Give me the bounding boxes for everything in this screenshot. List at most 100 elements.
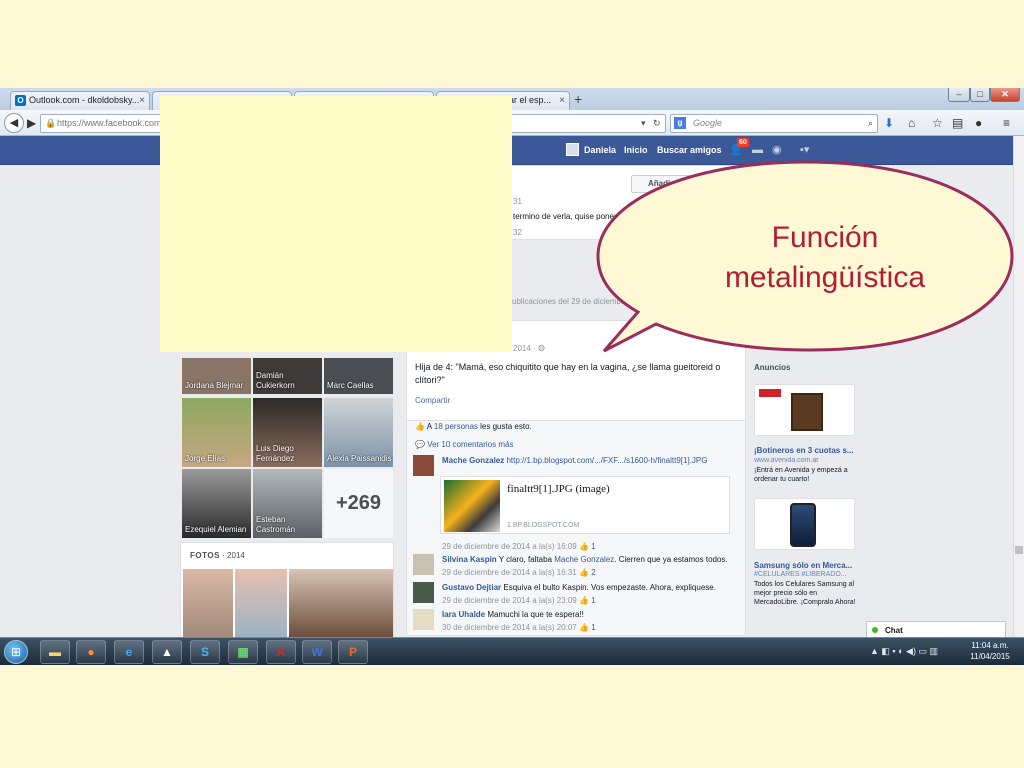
friend-photo[interactable]: Luis Diego Fernández [253, 398, 322, 467]
media-icon[interactable]: ▦ [228, 640, 258, 664]
comment-text-end: . Cierren que ya estamos todos. [614, 555, 728, 564]
friend-photo[interactable]: Alexia Paissanidis [324, 398, 393, 467]
bookmarks-icon[interactable]: ▤ [952, 115, 963, 131]
comment-like-count: 1 [591, 596, 596, 605]
photo-thumbnail[interactable] [235, 569, 287, 639]
google-icon: g [674, 117, 686, 129]
notification-badge: 60 [737, 138, 749, 147]
download-icon[interactable]: ⬇ [884, 115, 894, 131]
tray-icons[interactable]: ▲ ◧ ▪ ◐ ◀) ▭ ▥ [870, 646, 938, 657]
likes-count-link[interactable]: 18 personas [434, 422, 478, 431]
url-text: https://www.facebook.com/s [57, 118, 169, 128]
new-tab-button[interactable]: + [574, 91, 582, 107]
link-preview[interactable]: finaltt9[1].JPG (image) 1.BP.BLOGSPOT.CO… [440, 476, 730, 534]
friend-name: Esteban Castromán [256, 515, 296, 534]
ad-url[interactable]: www.avenida.com.ar [754, 457, 864, 464]
search-icon[interactable]: ⌕ [868, 115, 873, 132]
view-comments[interactable]: 💬 Ver 10 comentarios más [415, 440, 513, 449]
close-tab-icon[interactable]: × [139, 92, 145, 109]
clock[interactable]: 11:04 a.m. 11/04/2015 [964, 640, 1016, 662]
ad-image[interactable] [754, 384, 855, 436]
ad-text: Todos los Celulares Samsung al mejor pre… [754, 581, 856, 606]
bookmark-star-icon[interactable]: ☆ [932, 115, 943, 131]
privacy-icon[interactable]: ▪▾ [800, 143, 809, 157]
comment-author[interactable]: Mache Gonzalez [442, 456, 504, 465]
app-icon[interactable]: ▲ [152, 640, 182, 664]
likes-summary: 👍 A 18 personas les gusta esto. [415, 422, 532, 431]
comments-section: 👍 A 18 personas les gusta esto. 💬 Ver 10… [406, 421, 746, 636]
friend-photo[interactable]: Esteban Castromán [253, 469, 322, 538]
photo-thumbnail[interactable] [289, 569, 393, 639]
comment-author[interactable]: Iara Uhalde [442, 610, 485, 619]
friend-photo[interactable]: Marc Caellas [324, 358, 393, 394]
friend-name: Jorge Elías [185, 454, 226, 463]
acrobat-icon[interactable]: A [266, 640, 296, 664]
friend-photo[interactable]: Jorge Elías [182, 398, 251, 467]
skype-icon[interactable]: S [190, 640, 220, 664]
comment-author[interactable]: Gustavo Dejtiar [442, 583, 501, 592]
ad-title[interactable]: Samsung sólo en Merca... [754, 561, 864, 570]
ad-text: ¡Entrá en Avenida y empezá a ordenar tu … [754, 467, 848, 483]
firefox-icon[interactable]: ● [76, 640, 106, 664]
scrollbar-thumb[interactable] [1015, 546, 1023, 554]
dropdown-icon[interactable]: ▾ [641, 115, 646, 132]
forward-icon[interactable]: ▶ [27, 115, 36, 131]
likes-suffix: les gusta esto. [480, 422, 532, 431]
clock-time: 11:04 a.m. [971, 641, 1009, 650]
chat-bubble-icon[interactable]: ● [975, 115, 982, 131]
ad-url[interactable]: #CELULARES #LIBERADO... [754, 571, 864, 578]
friend-photo[interactable]: Jordana Blejmar [182, 358, 251, 394]
home-icon[interactable]: ⌂ [908, 115, 915, 131]
ad-title[interactable]: ¡Botineros en 3 cuotas s... [754, 446, 864, 455]
friend-photo[interactable]: Ezequiel Alemian [182, 469, 251, 538]
notifications-globe-icon[interactable]: ◉ [772, 143, 782, 157]
ads-header: Anuncios [754, 363, 791, 372]
tab-label: lar el esp... [507, 95, 552, 105]
back-icon[interactable]: ◀ [4, 113, 24, 133]
maximize-button[interactable]: □ [970, 88, 990, 102]
link-preview-title: finaltt9[1].JPG (image) [507, 483, 610, 495]
folder-icon[interactable]: ▬ [40, 640, 70, 664]
avatar[interactable] [413, 554, 434, 575]
thumbs-up-icon[interactable]: 👍 [579, 623, 589, 632]
photo-thumbnail[interactable] [183, 569, 233, 639]
avatar[interactable] [566, 143, 579, 156]
comment-link[interactable]: http://1.bp.blogspot.com/.../FXF.../s160… [506, 456, 707, 465]
ie-icon[interactable]: e [114, 640, 144, 664]
link-preview-domain: 1.BP.BLOGSPOT.COM [507, 522, 580, 529]
menu-icon[interactable]: ≡ [1003, 115, 1010, 131]
more-friends-count[interactable]: +269 [324, 469, 393, 538]
minimize-button[interactable]: – [948, 88, 970, 102]
close-window-button[interactable]: ✕ [990, 88, 1020, 102]
friend-photo[interactable]: Damián Cukierkorn [253, 358, 322, 394]
ad-image[interactable] [754, 498, 855, 550]
reload-icon[interactable]: ↻ [653, 115, 661, 132]
messages-icon[interactable]: ▬ [752, 143, 763, 157]
comment-text: Esquiva el bulto Kaspin. Vos empezaste. … [503, 583, 716, 592]
thumbs-up-icon[interactable]: 👍 [579, 542, 589, 551]
comment-author[interactable]: Silvina Kaspin [442, 555, 497, 564]
thumbs-up-icon[interactable]: 👍 [579, 568, 589, 577]
close-tab-icon[interactable]: × [559, 92, 565, 109]
powerpoint-icon[interactable]: P [338, 640, 368, 664]
profile-link[interactable]: Daniela [584, 144, 616, 156]
word-icon[interactable]: W [302, 640, 332, 664]
home-link[interactable]: Inicio [624, 144, 648, 156]
avatar[interactable] [413, 582, 434, 603]
thumbs-up-icon[interactable]: 👍 [579, 596, 589, 605]
view-comments-link[interactable]: Ver 10 comentarios más [427, 440, 513, 449]
share-link[interactable]: Compartir [415, 396, 450, 405]
comment-mention[interactable]: Mache Gonzalez [554, 555, 614, 564]
friend-name: Jordana Blejmar [185, 381, 244, 390]
comment-time: 29 de diciembre de 2014 a la(s) 16:09 [442, 542, 577, 551]
photos-year: 2014 [227, 551, 245, 560]
comment: Gustavo Dejtiar Esquiva el bulto Kaspin.… [413, 582, 738, 606]
search-input[interactable]: g Google ⌕ [670, 114, 878, 133]
find-friends-link[interactable]: Buscar amigos [657, 144, 722, 156]
windows-taskbar: ⊞ ▬ ● e ▲ S ▦ A W P ▲ ◧ ▪ ◐ ◀) ▭ ▥ 11:04… [0, 637, 1024, 665]
friend-name: Marc Caellas [327, 381, 374, 390]
start-button[interactable]: ⊞ [4, 640, 28, 664]
avatar[interactable] [413, 609, 434, 630]
tab-outlook[interactable]: O Outlook.com - dkoldobsky... × [10, 91, 150, 110]
avatar[interactable] [413, 455, 434, 476]
